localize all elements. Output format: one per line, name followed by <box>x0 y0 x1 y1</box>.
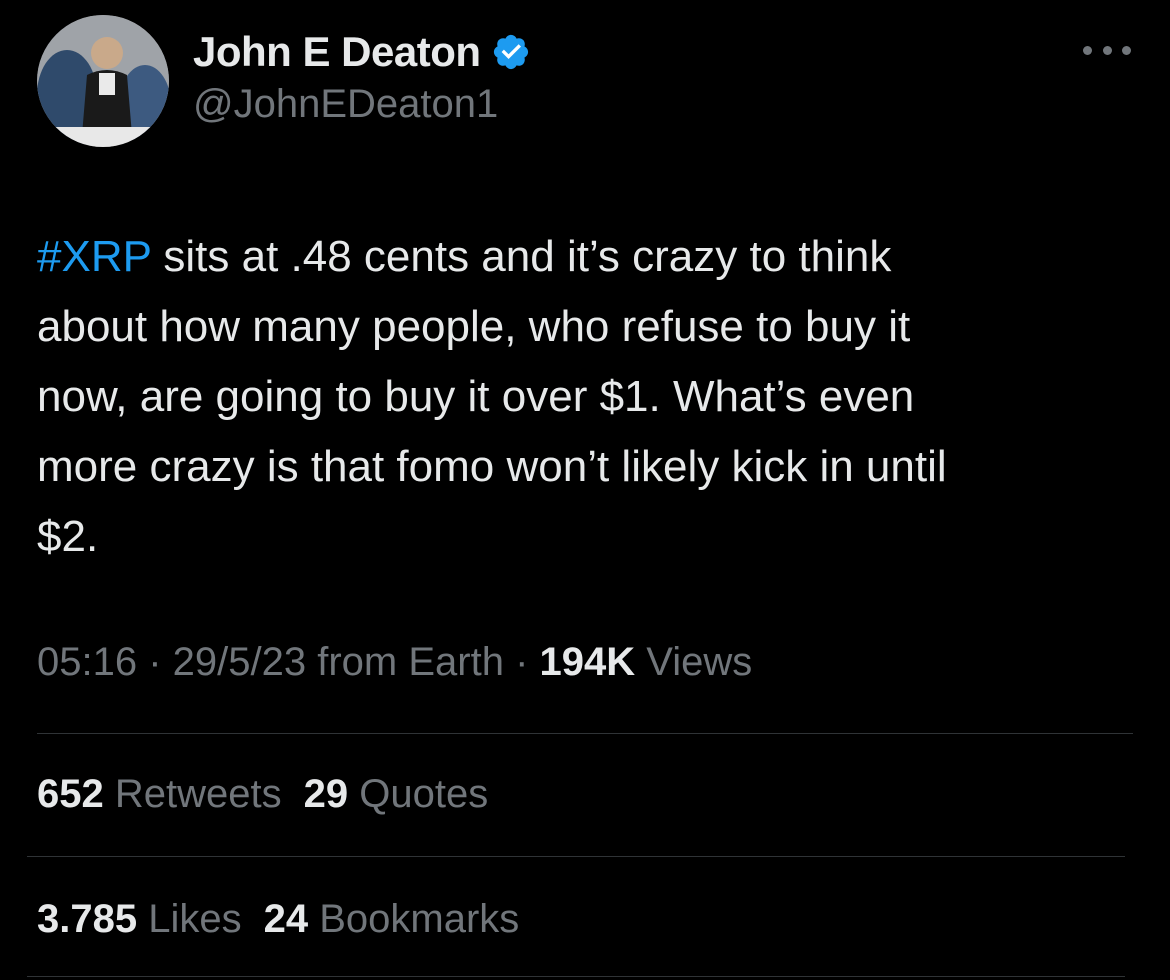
likes-count: 3.785 <box>37 897 138 941</box>
quotes-stat[interactable]: 29 Quotes <box>304 772 489 817</box>
tweet-line: $2. <box>37 512 99 561</box>
bookmarks-count: 24 <box>263 897 309 941</box>
meta-separator: · <box>503 640 540 684</box>
likes-stat[interactable]: 3.785 Likes <box>37 897 242 942</box>
avatar-image <box>37 15 169 147</box>
likes-label: Likes <box>137 897 242 941</box>
tweet-time[interactable]: 05:16 <box>37 640 137 684</box>
author-name-row: John E Deaton <box>193 28 531 76</box>
divider <box>37 733 1133 734</box>
author-name[interactable]: John E Deaton <box>193 28 481 76</box>
verified-badge-icon <box>493 34 528 70</box>
tweet-date[interactable]: 29/5/23 <box>173 640 306 684</box>
engagement-row-2: 3.785 Likes 24 Bookmarks <box>37 897 541 942</box>
divider <box>27 976 1125 977</box>
retweets-label: Retweets <box>103 772 282 816</box>
views-count: 194K <box>539 640 636 684</box>
tweet-meta: 05:16 · 29/5/23 from Earth · 194K Views <box>37 640 752 685</box>
quotes-count: 29 <box>303 772 349 816</box>
quotes-label: Quotes <box>348 772 489 816</box>
tweet-line: about how many people, who refuse to buy… <box>37 302 911 351</box>
more-options-icon[interactable] <box>1083 40 1131 60</box>
hashtag-link[interactable]: #XRP <box>37 232 151 281</box>
more-dot <box>1083 45 1092 55</box>
tweet-source: from Earth <box>306 640 504 684</box>
divider <box>27 856 1125 857</box>
engagement-row-1: 652 Retweets 29 Quotes <box>37 772 510 817</box>
bookmarks-stat[interactable]: 24 Bookmarks <box>264 897 520 942</box>
retweets-count: 652 <box>37 772 104 816</box>
tweet-line-text: sits at .48 cents and it’s crazy to thin… <box>151 232 892 281</box>
bookmarks-label: Bookmarks <box>308 897 520 941</box>
more-dot <box>1102 45 1112 55</box>
tweet-text: #XRP sits at .48 cents and it’s crazy to… <box>37 222 1137 572</box>
views-label: Views <box>635 640 753 684</box>
retweets-stat[interactable]: 652 Retweets <box>37 772 282 817</box>
avatar[interactable] <box>37 15 169 147</box>
tweet-line: #XRP sits at .48 cents and it’s crazy to… <box>37 222 1137 292</box>
author-handle[interactable]: @JohnEDeaton1 <box>193 82 498 127</box>
more-dot <box>1122 45 1131 55</box>
tweet-line: now, are going to buy it over $1. What’s… <box>37 372 915 421</box>
tweet-line: more crazy is that fomo won’t likely kic… <box>37 442 947 491</box>
meta-separator: · <box>137 640 173 684</box>
